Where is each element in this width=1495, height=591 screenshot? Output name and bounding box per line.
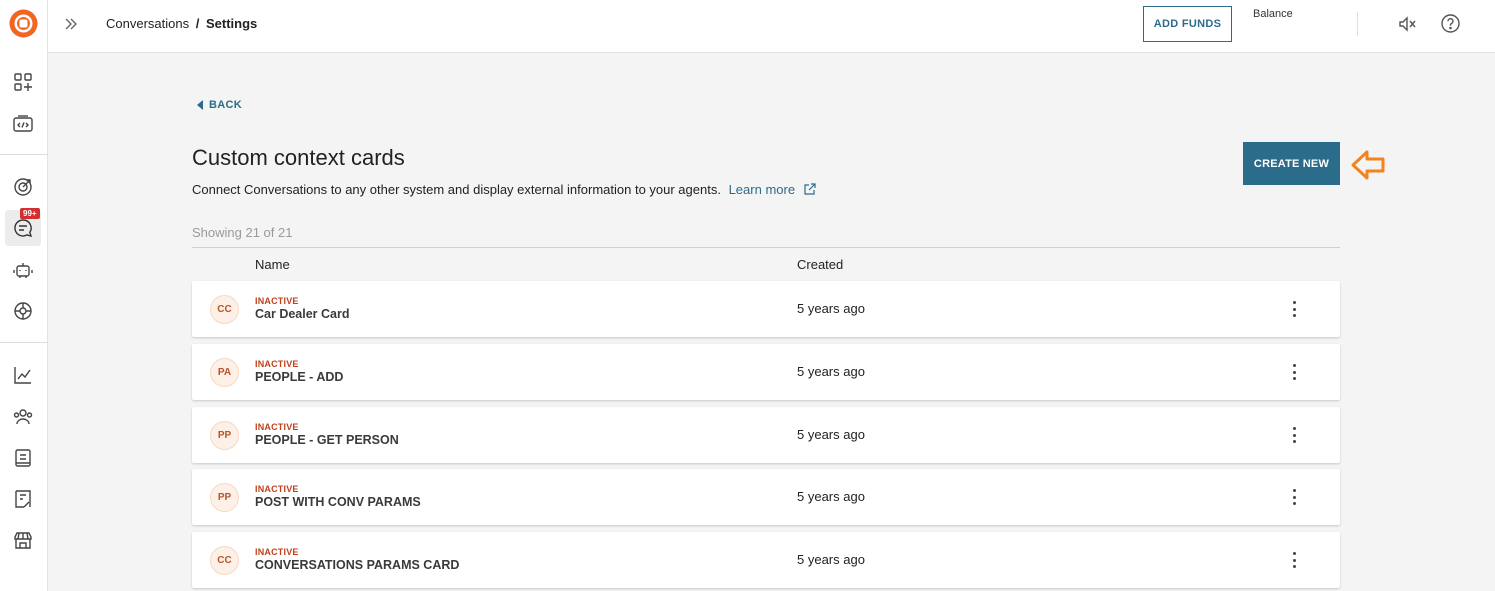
- card-name[interactable]: PEOPLE - GET PERSON: [255, 433, 399, 447]
- speaker-mute-icon[interactable]: [1397, 14, 1417, 34]
- logbook-icon[interactable]: [12, 447, 34, 469]
- status-label: INACTIVE: [255, 547, 299, 557]
- analytics-chart-icon[interactable]: [12, 364, 34, 386]
- created-date: 5 years ago: [797, 489, 865, 504]
- nav-divider: [0, 342, 48, 343]
- column-header-created[interactable]: Created: [797, 257, 843, 272]
- created-date: 5 years ago: [797, 552, 865, 567]
- create-new-button[interactable]: CREATE NEW: [1243, 142, 1340, 185]
- expand-sidebar-icon[interactable]: [62, 15, 80, 33]
- help-question-icon[interactable]: [1440, 13, 1461, 34]
- more-options-icon[interactable]: [1287, 425, 1301, 445]
- hint-arrow-icon: [1351, 150, 1385, 180]
- table-row[interactable]: CC INACTIVE Car Dealer Card 5 years ago: [192, 281, 1340, 337]
- target-icon[interactable]: [12, 176, 34, 198]
- contacts-people-icon[interactable]: [12, 405, 34, 427]
- created-date: 5 years ago: [797, 427, 865, 442]
- breadcrumb-separator: /: [195, 16, 200, 31]
- page-description: Connect Conversations to any other syste…: [192, 182, 816, 197]
- sidebar: 99+: [0, 0, 48, 591]
- balance-label: Balance: [1253, 8, 1293, 20]
- more-options-icon[interactable]: [1287, 550, 1301, 570]
- aperture-icon[interactable]: [12, 300, 34, 322]
- marketplace-store-icon[interactable]: [12, 529, 34, 551]
- card-name[interactable]: POST WITH CONV PARAMS: [255, 495, 421, 509]
- results-count: Showing 21 of 21: [192, 225, 293, 240]
- reports-icon[interactable]: [12, 488, 34, 510]
- card-avatar: CC: [210, 546, 239, 575]
- created-date: 5 years ago: [797, 301, 865, 316]
- created-date: 5 years ago: [797, 364, 865, 379]
- list-divider: [192, 247, 1340, 248]
- card-avatar: PP: [210, 421, 239, 450]
- description-text: Connect Conversations to any other syste…: [192, 182, 721, 197]
- conversations-chat-icon[interactable]: [12, 217, 34, 239]
- card-name[interactable]: Car Dealer Card: [255, 307, 350, 321]
- status-label: INACTIVE: [255, 484, 299, 494]
- status-label: INACTIVE: [255, 359, 299, 369]
- table-row[interactable]: PP INACTIVE PEOPLE - GET PERSON 5 years …: [192, 407, 1340, 463]
- more-options-icon[interactable]: [1287, 362, 1301, 382]
- more-options-icon[interactable]: [1287, 487, 1301, 507]
- back-label: BACK: [209, 99, 242, 111]
- back-arrow-icon: [197, 100, 203, 110]
- breadcrumb: Conversations / Settings: [106, 16, 257, 31]
- top-bar: Conversations / Settings ADD FUNDS Balan…: [48, 0, 1495, 53]
- brand-logo-icon[interactable]: [9, 9, 38, 38]
- table-row[interactable]: PA INACTIVE PEOPLE - ADD 5 years ago: [192, 344, 1340, 400]
- add-funds-button[interactable]: ADD FUNDS: [1143, 6, 1232, 42]
- apps-add-icon[interactable]: [12, 71, 34, 93]
- card-avatar: CC: [210, 295, 239, 324]
- nav-divider: [0, 154, 48, 155]
- breadcrumb-parent[interactable]: Conversations: [106, 16, 189, 31]
- learn-more-link[interactable]: Learn more: [729, 182, 795, 197]
- page-title: Custom context cards: [192, 145, 405, 170]
- status-label: INACTIVE: [255, 296, 299, 306]
- card-avatar: PA: [210, 358, 239, 387]
- back-link[interactable]: BACK: [197, 99, 242, 111]
- card-name[interactable]: CONVERSATIONS PARAMS CARD: [255, 558, 459, 572]
- card-name[interactable]: PEOPLE - ADD: [255, 370, 343, 384]
- table-row[interactable]: PP INACTIVE POST WITH CONV PARAMS 5 year…: [192, 469, 1340, 525]
- header-divider: [1357, 12, 1358, 36]
- status-label: INACTIVE: [255, 422, 299, 432]
- code-window-icon[interactable]: [12, 113, 34, 135]
- card-avatar: PP: [210, 483, 239, 512]
- bot-icon[interactable]: [12, 259, 34, 281]
- external-link-icon[interactable]: [803, 183, 816, 196]
- table-row[interactable]: CC INACTIVE CONVERSATIONS PARAMS CARD 5 …: [192, 532, 1340, 588]
- notification-badge: 99+: [20, 208, 40, 219]
- more-options-icon[interactable]: [1287, 299, 1301, 319]
- column-header-name[interactable]: Name: [255, 257, 290, 272]
- breadcrumb-current: Settings: [205, 16, 258, 31]
